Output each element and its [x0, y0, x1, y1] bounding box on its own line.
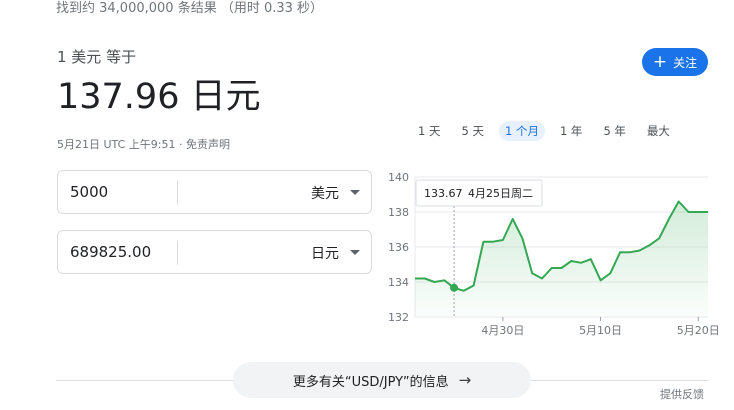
conversion-date-disclaimer[interactable]: 5月21日 UTC 上午9:51 · 免责声明 [57, 136, 230, 152]
feedback-link[interactable]: 提供反馈 [660, 386, 704, 402]
hover-point [450, 283, 459, 292]
to-currency-row: 689825.00 日元 [57, 230, 372, 274]
more-about-label: 更多有关“USD/JPY”的信息 [292, 374, 449, 390]
plus-icon: + [652, 51, 668, 72]
x-tick-label: 5月10日 [579, 324, 622, 337]
range-tab-max[interactable]: 最大 [641, 121, 676, 141]
tooltip-value: 133.67 [424, 187, 463, 200]
to-amount-input[interactable]: 689825.00 [70, 243, 151, 261]
y-tick-label: 138 [388, 206, 409, 219]
field-divider [177, 181, 178, 205]
tooltip-date: 4月25日周二 [468, 187, 533, 200]
y-tick-label: 134 [388, 276, 409, 289]
chevron-down-icon[interactable] [350, 190, 360, 195]
search-stats: 找到约 34,000,000 条结果 （用时 0.33 秒） [56, 1, 324, 16]
time-range-tabs: 1 天 5 天 1 个月 1 年 5 年 最大 [412, 121, 685, 141]
to-currency-select[interactable]: 日元 [311, 243, 339, 263]
arrow-right-icon: → [458, 371, 472, 389]
y-tick-label: 132 [388, 311, 409, 324]
from-currency-row: 5000 美元 [57, 170, 372, 214]
more-about-button[interactable]: 更多有关“USD/JPY”的信息 → [233, 362, 531, 398]
range-tab-5d[interactable]: 5 天 [455, 121, 489, 141]
from-amount-input[interactable]: 5000 [70, 183, 108, 201]
range-tab-1d[interactable]: 1 天 [412, 121, 446, 141]
conversion-label: 1 美元 等于 [57, 48, 137, 66]
range-tab-1m[interactable]: 1 个月 [498, 121, 545, 141]
follow-button[interactable]: + 关注 [642, 48, 708, 76]
x-tick-label: 4月30日 [481, 324, 524, 337]
exchange-rate-chart[interactable]: 132 134 136 138 140 4月30日 5月10日 5月20日 133.67 4… [380, 165, 720, 345]
conversion-result: 137.96 日元 [57, 77, 261, 117]
from-currency-select[interactable]: 美元 [311, 183, 339, 203]
chart-tooltip: 133.67 4月25日周二 [415, 179, 543, 207]
range-tab-1y[interactable]: 1 年 [554, 121, 588, 141]
chart-area [415, 201, 708, 317]
y-tick-label: 136 [388, 241, 409, 254]
x-tick-label: 5月20日 [677, 324, 720, 337]
chevron-down-icon[interactable] [350, 250, 360, 255]
range-tab-5y[interactable]: 5 年 [597, 121, 631, 141]
field-divider [177, 241, 178, 265]
follow-button-label: 关注 [673, 55, 698, 70]
y-tick-label: 140 [388, 171, 409, 184]
